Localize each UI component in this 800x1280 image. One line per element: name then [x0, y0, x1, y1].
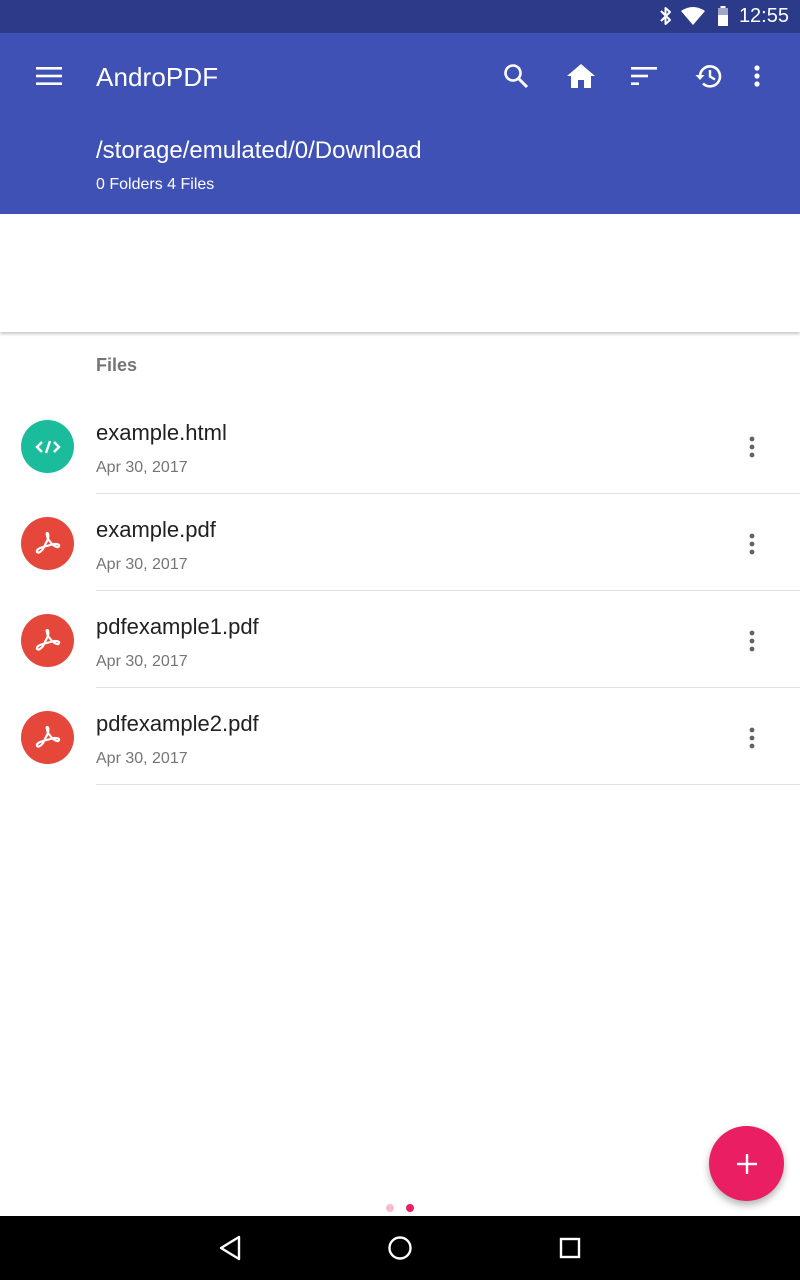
menu-icon[interactable] — [25, 52, 73, 100]
file-date: Apr 30, 2017 — [96, 459, 188, 476]
wifi-icon — [680, 6, 706, 26]
pdf-icon — [21, 614, 74, 667]
sort-icon[interactable] — [620, 52, 668, 100]
more-vert-icon[interactable] — [733, 52, 781, 100]
file-more-icon[interactable] — [728, 617, 776, 665]
status-time: 12:55 — [738, 5, 789, 27]
page-dot[interactable] — [386, 1204, 394, 1212]
pdf-icon — [21, 517, 74, 570]
recents-icon[interactable] — [546, 1224, 594, 1272]
file-more-icon[interactable] — [728, 714, 776, 762]
file-name: example.pdf — [96, 517, 216, 542]
file-row-example-html[interactable]: example.html Apr 30, 2017 — [0, 397, 800, 494]
file-date: Apr 30, 2017 — [96, 653, 188, 670]
file-name: pdfexample1.pdf — [96, 614, 259, 639]
file-row-pdfexample2[interactable]: pdfexample2.pdf Apr 30, 2017 — [0, 688, 800, 785]
history-icon[interactable] — [685, 52, 733, 100]
back-icon[interactable] — [206, 1224, 254, 1272]
file-more-icon[interactable] — [728, 423, 776, 471]
folders-area — [0, 214, 800, 332]
file-date: Apr 30, 2017 — [96, 556, 188, 573]
file-name: pdfexample2.pdf — [96, 711, 259, 736]
file-row-example-pdf[interactable]: example.pdf Apr 30, 2017 — [0, 494, 800, 591]
file-name: example.html — [96, 420, 227, 445]
pdf-icon — [21, 711, 74, 764]
page-indicator — [0, 1204, 800, 1214]
current-path: /storage/emulated/0/Download — [96, 137, 422, 164]
app-bar: AndroPDF /storage/emulated/0/Download 0 … — [0, 33, 800, 214]
status-bar: 12:55 — [0, 0, 800, 33]
page-dot-active[interactable] — [406, 1204, 414, 1212]
bluetooth-icon — [657, 6, 675, 26]
file-row-pdfexample1[interactable]: pdfexample1.pdf Apr 30, 2017 — [0, 591, 800, 688]
code-icon — [21, 420, 74, 473]
battery-icon — [716, 6, 730, 26]
add-icon — [736, 1153, 757, 1174]
app-title: AndroPDF — [96, 62, 219, 92]
home-circle-icon[interactable] — [376, 1224, 424, 1272]
navigation-bar — [0, 1216, 800, 1280]
home-icon[interactable] — [557, 52, 605, 100]
file-date: Apr 30, 2017 — [96, 750, 188, 767]
files-section-header: Files — [96, 355, 138, 375]
file-more-icon[interactable] — [728, 520, 776, 568]
folder-file-count: 0 Folders 4 Files — [96, 176, 215, 193]
row-divider — [96, 784, 800, 785]
add-button[interactable] — [709, 1126, 784, 1201]
search-icon[interactable] — [492, 52, 540, 100]
